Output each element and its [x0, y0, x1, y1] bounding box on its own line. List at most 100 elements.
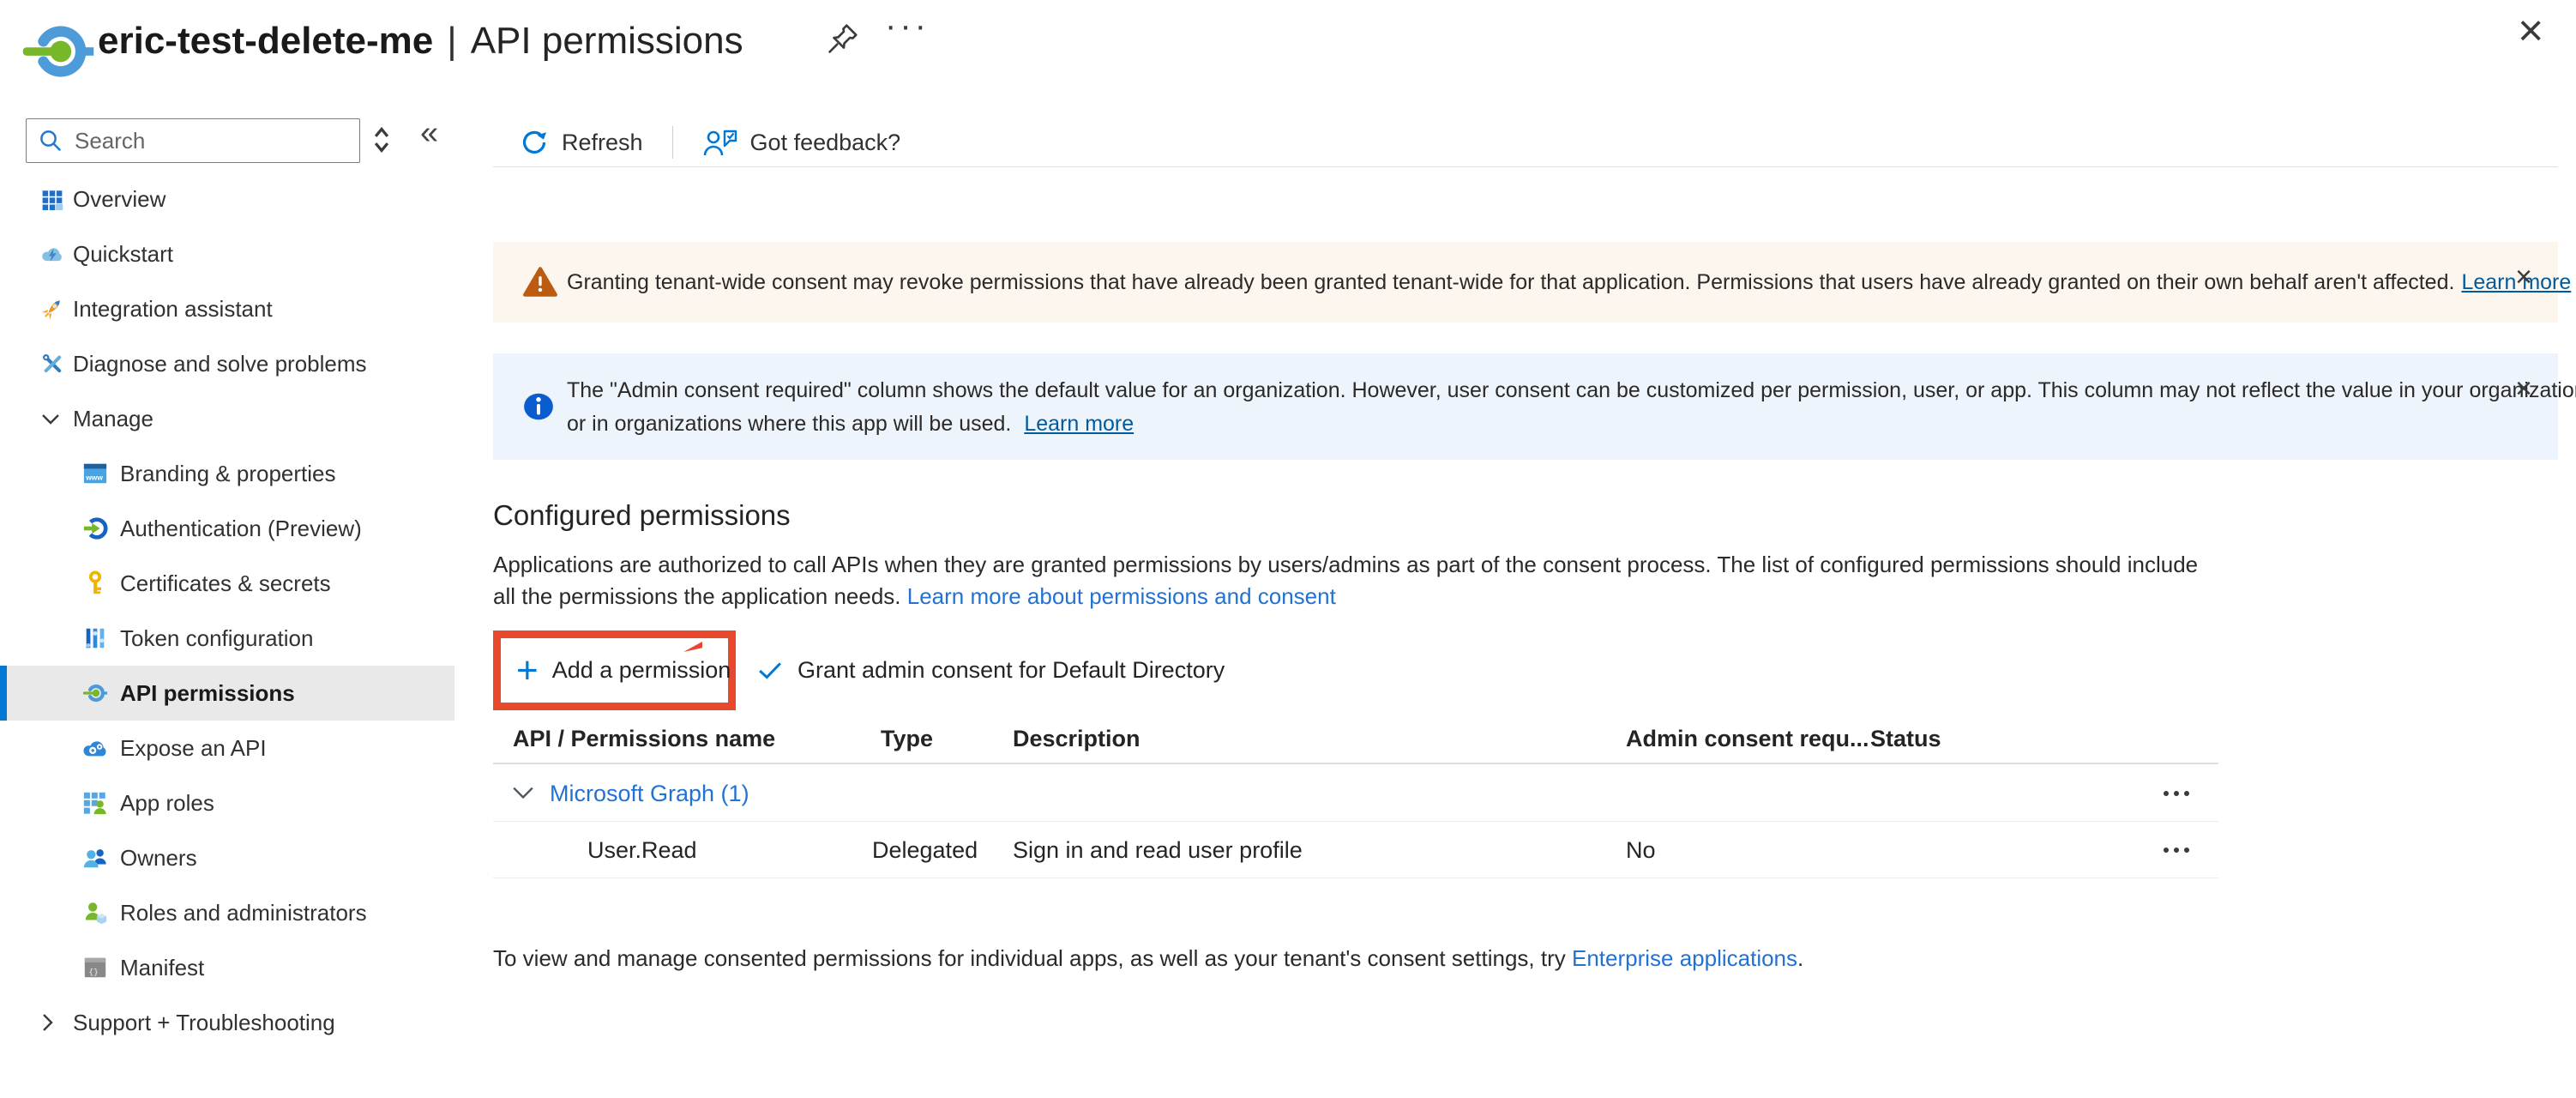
feedback-label: Got feedback? — [750, 130, 901, 156]
search-input[interactable] — [26, 118, 360, 163]
permission-type: Delegated — [872, 837, 978, 864]
sidebar-item-quickstart[interactable]: Quickstart — [0, 226, 454, 281]
authentication-icon — [82, 516, 108, 541]
warning-icon — [522, 266, 558, 299]
feedback-button[interactable]: Got feedback? — [702, 127, 901, 158]
sidebar-item-authentication[interactable]: Authentication (Preview) — [0, 501, 454, 556]
token-configuration-icon — [82, 625, 108, 651]
search-box — [26, 118, 360, 163]
column-header-type[interactable]: Type — [881, 726, 933, 752]
add-permission-button[interactable]: + Add a permission — [516, 630, 731, 710]
row-divider — [493, 821, 2218, 822]
row-more-icon[interactable] — [2164, 791, 2189, 796]
sidebar-item-label: Integration assistant — [73, 296, 273, 323]
sidebar-item-diagnose[interactable]: Diagnose and solve problems — [0, 336, 454, 391]
warning-banner: Granting tenant-wide consent may revoke … — [493, 242, 2558, 323]
column-header-admin-consent[interactable]: Admin consent requ... — [1626, 726, 1869, 752]
overview-icon — [41, 188, 63, 210]
sidebar-item-roles-administrators[interactable]: Roles and administrators — [0, 885, 454, 940]
permissions-table: API / Permissions name Type Description … — [493, 717, 2218, 880]
refresh-icon — [519, 127, 550, 158]
sidebar-group-support[interactable]: Support + Troubleshooting — [0, 995, 454, 1050]
info-icon — [522, 391, 555, 422]
add-permission-label: Add a permission — [552, 657, 731, 684]
sidebar-item-branding[interactable]: www Branding & properties — [0, 446, 454, 501]
sort-updown-icon[interactable] — [372, 125, 391, 154]
sidebar-item-label: App roles — [120, 790, 214, 817]
integration-assistant-icon — [41, 298, 63, 320]
app-registration-icon — [21, 14, 96, 89]
info-text: The "Admin consent required" column show… — [567, 374, 2576, 441]
owners-icon — [82, 845, 108, 871]
blade-close-icon[interactable]: × — [2518, 5, 2543, 57]
chevron-right-icon — [41, 1013, 53, 1032]
sidebar-item-token-configuration[interactable]: Token configuration — [0, 611, 454, 666]
warning-close-icon[interactable]: × — [2515, 261, 2532, 294]
sidebar-item-manifest[interactable]: {} Manifest — [0, 940, 454, 995]
api-group-link[interactable]: Microsoft Graph (1) — [550, 781, 749, 807]
warning-message: Granting tenant-wide consent may revoke … — [567, 266, 2454, 299]
sidebar-nav: Overview Quickstart Integration assist — [0, 172, 480, 1050]
warning-text: Granting tenant-wide consent may revoke … — [567, 242, 2571, 323]
sidebar-item-label: Expose an API — [120, 735, 267, 762]
enterprise-applications-link[interactable]: Enterprise applications — [1572, 945, 1797, 971]
chevron-down-icon — [41, 413, 60, 425]
refresh-button[interactable]: Refresh — [519, 127, 643, 158]
feedback-icon — [702, 127, 738, 158]
svg-text:www: www — [85, 474, 103, 482]
collapse-sidebar-icon[interactable]: « — [420, 115, 438, 152]
toolbar-divider — [672, 126, 673, 159]
certificates-icon — [82, 570, 108, 596]
api-permissions-icon — [82, 680, 108, 706]
more-options-icon[interactable]: ··· — [885, 7, 930, 45]
sidebar-item-integration-assistant[interactable]: Integration assistant — [0, 281, 454, 336]
command-bar: Refresh Got feedback? — [519, 120, 900, 165]
app-roles-icon — [82, 790, 108, 816]
permissions-consent-link[interactable]: Learn more about permissions and consent — [907, 583, 1336, 609]
sidebar-item-app-roles[interactable]: App roles — [0, 775, 454, 830]
permission-description: Sign in and read user profile — [1013, 837, 1303, 864]
quickstart-icon — [41, 243, 63, 265]
sidebar-item-expose-api[interactable]: Expose an API — [0, 721, 454, 775]
svg-text:{}: {} — [89, 968, 99, 977]
info-banner: The "Admin consent required" column show… — [493, 353, 2558, 460]
description-line1: Applications are authorized to call APIs… — [493, 549, 2198, 581]
sidebar-item-label: Manifest — [120, 955, 204, 981]
sidebar-item-owners[interactable]: Owners — [0, 830, 454, 885]
footer-note: To view and manage consented permissions… — [493, 945, 1803, 972]
section-title: Configured permissions — [493, 499, 791, 532]
sidebar-item-certificates[interactable]: Certificates & secrets — [0, 556, 454, 611]
checkmark-icon — [758, 661, 782, 680]
search-icon — [38, 128, 63, 154]
expand-chevron-icon[interactable] — [512, 786, 534, 799]
plus-icon: + — [516, 652, 539, 690]
sidebar-item-label: Token configuration — [120, 625, 313, 652]
refresh-label: Refresh — [562, 130, 643, 156]
toolbar-divider-line — [493, 166, 2558, 167]
column-header-name[interactable]: API / Permissions name — [513, 726, 775, 752]
app-name: eric-test-delete-me — [98, 20, 433, 62]
info-message-line2: or in organizations where this app will … — [567, 412, 1011, 436]
info-learn-more-link[interactable]: Learn more — [1024, 412, 1134, 436]
sidebar-item-label: Quickstart — [73, 241, 173, 268]
manifest-icon: {} — [82, 955, 108, 980]
sidebar-item-label: Owners — [120, 845, 197, 872]
sidebar-item-label: Overview — [73, 186, 166, 213]
row-more-icon[interactable] — [2164, 848, 2189, 853]
sidebar-item-label: Roles and administrators — [120, 900, 367, 926]
sidebar-group-manage[interactable]: Manage — [0, 391, 454, 446]
footer-text: To view and manage consented permissions… — [493, 945, 1566, 971]
permission-admin-consent: No — [1626, 837, 1656, 864]
pin-icon[interactable] — [825, 19, 863, 57]
description-line2: all the permissions the application need… — [493, 583, 901, 609]
permission-name-link[interactable]: User.Read — [587, 837, 697, 864]
info-close-icon[interactable]: × — [2515, 372, 2532, 406]
sidebar-item-label: Branding & properties — [120, 461, 335, 487]
table-header-divider — [493, 763, 2218, 764]
column-header-description[interactable]: Description — [1013, 726, 1141, 752]
grant-admin-consent-button[interactable]: Grant admin consent for Default Director… — [758, 630, 1225, 710]
column-header-status[interactable]: Status — [1870, 726, 1941, 752]
branding-icon: www — [82, 461, 108, 486]
sidebar-item-api-permissions[interactable]: API permissions — [0, 666, 454, 721]
sidebar-item-overview[interactable]: Overview — [0, 172, 454, 226]
